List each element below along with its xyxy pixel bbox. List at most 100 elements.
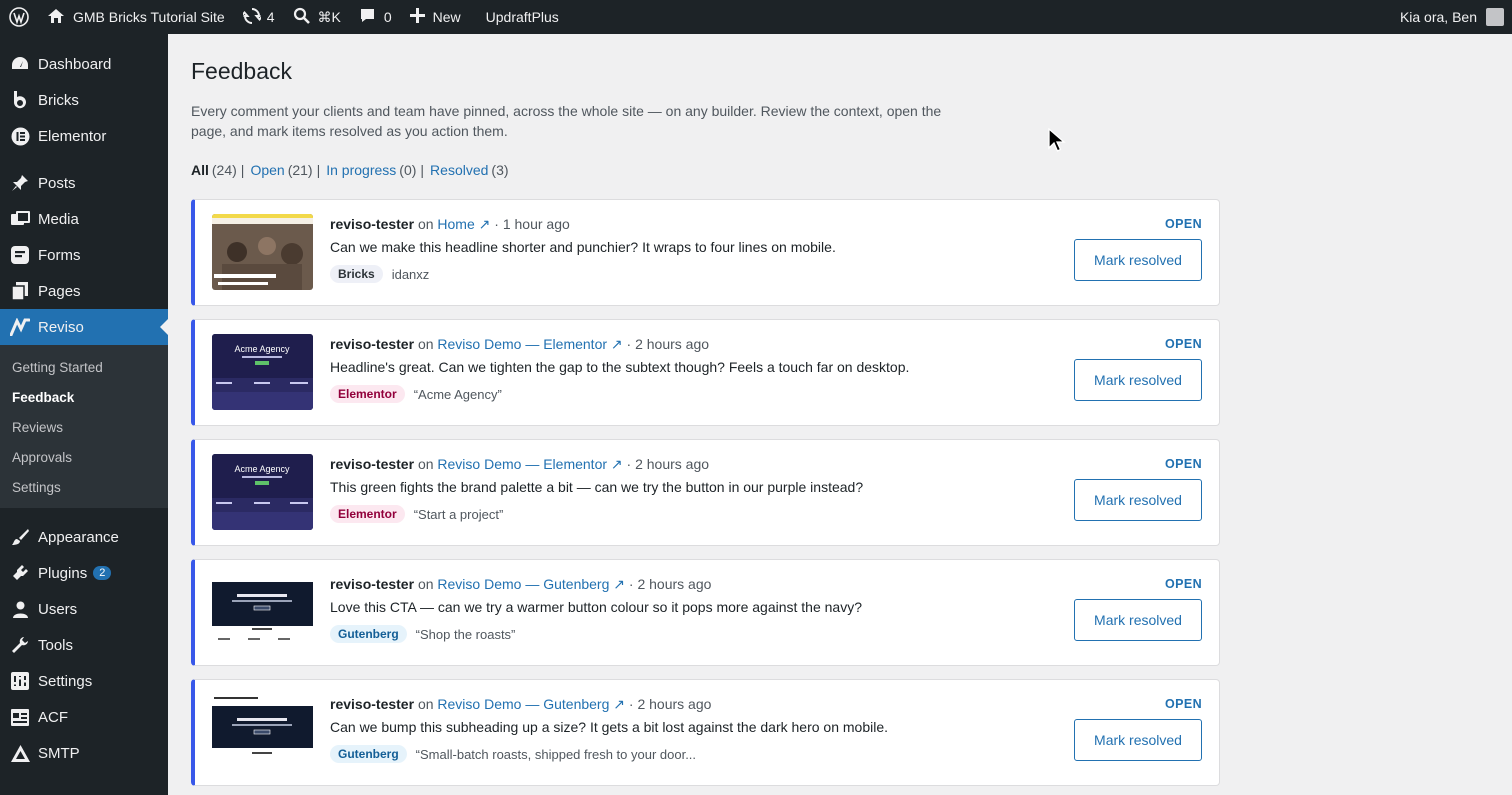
page-thumbnail[interactable]: [212, 214, 313, 290]
feedback-tags: Gutenberg “Shop the roasts”: [330, 625, 1039, 643]
element-reference: “Acme Agency”: [413, 386, 502, 402]
mark-resolved-button[interactable]: Mark resolved: [1074, 359, 1202, 401]
filter-resolved[interactable]: Resolved: [430, 162, 488, 178]
page-link[interactable]: Reviso Demo — Elementor ↗: [437, 336, 622, 352]
feedback-body: reviso-tester on Reviso Demo — Elementor…: [330, 456, 1039, 523]
plugin-icon: [10, 563, 30, 583]
sidebar-item-smtp[interactable]: SMTP: [0, 735, 168, 771]
timestamp: · 2 hours ago: [626, 456, 710, 472]
feedback-meta: reviso-tester on Home ↗ · 1 hour ago: [330, 216, 570, 232]
comment-text: Can we make this headline shorter and pu…: [330, 239, 836, 255]
filter-all[interactable]: All: [191, 162, 209, 178]
sidebar-item-plugins[interactable]: Plugins 2: [0, 555, 168, 591]
elementor-icon: [10, 126, 30, 146]
forms-icon: [10, 245, 30, 265]
updates-link[interactable]: 4: [234, 0, 284, 34]
feedback-tags: Gutenberg “Small-batch roasts, shipped f…: [330, 745, 1039, 763]
comment-text: This green fights the brand palette a bi…: [330, 479, 864, 495]
builder-tag: Gutenberg: [330, 625, 407, 643]
reviso-submenu: Getting Started Feedback Reviews Approva…: [0, 345, 168, 508]
submenu-getting-started[interactable]: Getting Started: [0, 352, 168, 382]
status-badge: OPEN: [1164, 337, 1202, 351]
comment-icon: [359, 7, 376, 27]
admin-bar: GMB Bricks Tutorial Site 4 ⌘K 0 New Updr…: [0, 0, 1512, 34]
refresh-icon: [239, 7, 265, 28]
page-link[interactable]: Reviso Demo — Gutenberg ↗: [437, 696, 625, 712]
author-name: reviso-tester: [330, 336, 415, 352]
feedback-body: reviso-tester on Reviso Demo — Elementor…: [330, 336, 1039, 403]
status-filters: All (24) | Open (21) | In progress (0) |…: [191, 162, 509, 178]
sidebar-item-forms[interactable]: Forms: [0, 237, 168, 273]
account-menu[interactable]: Kia ora, Ben: [1391, 0, 1512, 34]
builder-tag: Gutenberg: [330, 745, 407, 763]
sidebar-item-bricks[interactable]: Bricks: [0, 82, 168, 118]
filter-in-progress[interactable]: In progress: [326, 162, 396, 178]
mark-resolved-button[interactable]: Mark resolved: [1074, 239, 1202, 281]
feedback-card: Acme Agency reviso-tester on Reviso Demo…: [191, 319, 1220, 426]
status-badge: OPEN: [1164, 697, 1202, 711]
wrench-icon: [10, 635, 30, 655]
sidebar-item-media[interactable]: Media: [0, 201, 168, 237]
submenu-reviews[interactable]: Reviews: [0, 412, 168, 442]
submenu-feedback[interactable]: Feedback: [0, 382, 168, 412]
pages-icon: [10, 281, 30, 301]
sidebar-item-posts[interactable]: Posts: [0, 165, 168, 201]
status-badge: OPEN: [1164, 217, 1202, 231]
sidebar-item-reviso[interactable]: Reviso: [0, 309, 168, 345]
feedback-card: Acme Agency reviso-tester on Reviso Demo…: [191, 439, 1220, 546]
filter-open[interactable]: Open: [250, 162, 284, 178]
reviso-icon: [10, 317, 30, 337]
settings-icon: [10, 671, 30, 691]
element-reference: “Shop the roasts”: [415, 626, 516, 642]
mark-resolved-button[interactable]: Mark resolved: [1074, 599, 1202, 641]
comments-link[interactable]: 0: [350, 0, 401, 34]
mark-resolved-button[interactable]: Mark resolved: [1074, 479, 1202, 521]
mouse-cursor-icon: [1048, 127, 1066, 159]
plus-icon: [409, 8, 425, 26]
page-link[interactable]: Reviso Demo — Elementor ↗: [437, 456, 622, 472]
sidebar-item-users[interactable]: Users: [0, 591, 168, 627]
page-link[interactable]: Home ↗: [437, 216, 490, 232]
sidebar-item-tools[interactable]: Tools: [0, 627, 168, 663]
home-icon: [47, 8, 65, 27]
submenu-settings[interactable]: Settings: [0, 472, 168, 502]
sidebar-item-dashboard[interactable]: Dashboard: [0, 46, 168, 82]
site-name-link[interactable]: GMB Bricks Tutorial Site: [38, 0, 234, 34]
submenu-approvals[interactable]: Approvals: [0, 442, 168, 472]
page-thumbnail[interactable]: [212, 574, 313, 650]
smtp-icon: [10, 743, 30, 763]
status-badge: OPEN: [1164, 457, 1202, 471]
timestamp: · 2 hours ago: [626, 336, 710, 352]
mark-resolved-button[interactable]: Mark resolved: [1074, 719, 1202, 761]
wordpress-logo-icon[interactable]: [0, 0, 38, 34]
feedback-body: reviso-tester on Home ↗ · 1 hour ago Can…: [330, 216, 1039, 283]
updraftplus-link[interactable]: UpdraftPlus: [477, 0, 568, 34]
sidebar-item-settings[interactable]: Settings: [0, 663, 168, 699]
page-description: Every comment your clients and team have…: [191, 103, 942, 139]
element-reference: “Start a project”: [413, 506, 504, 522]
builder-tag: Elementor: [330, 385, 405, 403]
feedback-meta: reviso-tester on Reviso Demo — Elementor…: [330, 336, 710, 352]
page-thumbnail[interactable]: Acme Agency: [212, 334, 313, 410]
page-link[interactable]: Reviso Demo — Gutenberg ↗: [437, 576, 625, 592]
feedback-body: reviso-tester on Reviso Demo — Gutenberg…: [330, 696, 1039, 763]
sidebar-item-elementor[interactable]: Elementor: [0, 118, 168, 154]
comment-text: Can we bump this subheading up a size? I…: [330, 719, 889, 735]
feedback-list: reviso-tester on Home ↗ · 1 hour ago Can…: [191, 199, 1220, 786]
admin-sidebar: Dashboard Bricks Elementor Posts Media F…: [0, 34, 168, 795]
page-thumbnail[interactable]: Acme Agency: [212, 454, 313, 530]
feedback-meta: reviso-tester on Reviso Demo — Gutenberg…: [330, 576, 712, 592]
search-shortcut[interactable]: ⌘K: [284, 0, 350, 34]
page-thumbnail[interactable]: [212, 694, 313, 770]
pin-icon: [10, 173, 30, 193]
sidebar-item-pages[interactable]: Pages: [0, 273, 168, 309]
feedback-tags: Elementor “Acme Agency”: [330, 385, 1039, 403]
feedback-meta: reviso-tester on Reviso Demo — Gutenberg…: [330, 696, 712, 712]
new-content-link[interactable]: New: [401, 0, 470, 34]
user-icon: [10, 599, 30, 619]
avatar: [1486, 8, 1504, 26]
sidebar-item-appearance[interactable]: Appearance: [0, 519, 168, 555]
timestamp: · 1 hour ago: [494, 216, 570, 232]
bricks-icon: [10, 90, 30, 110]
sidebar-item-acf[interactable]: ACF: [0, 699, 168, 735]
